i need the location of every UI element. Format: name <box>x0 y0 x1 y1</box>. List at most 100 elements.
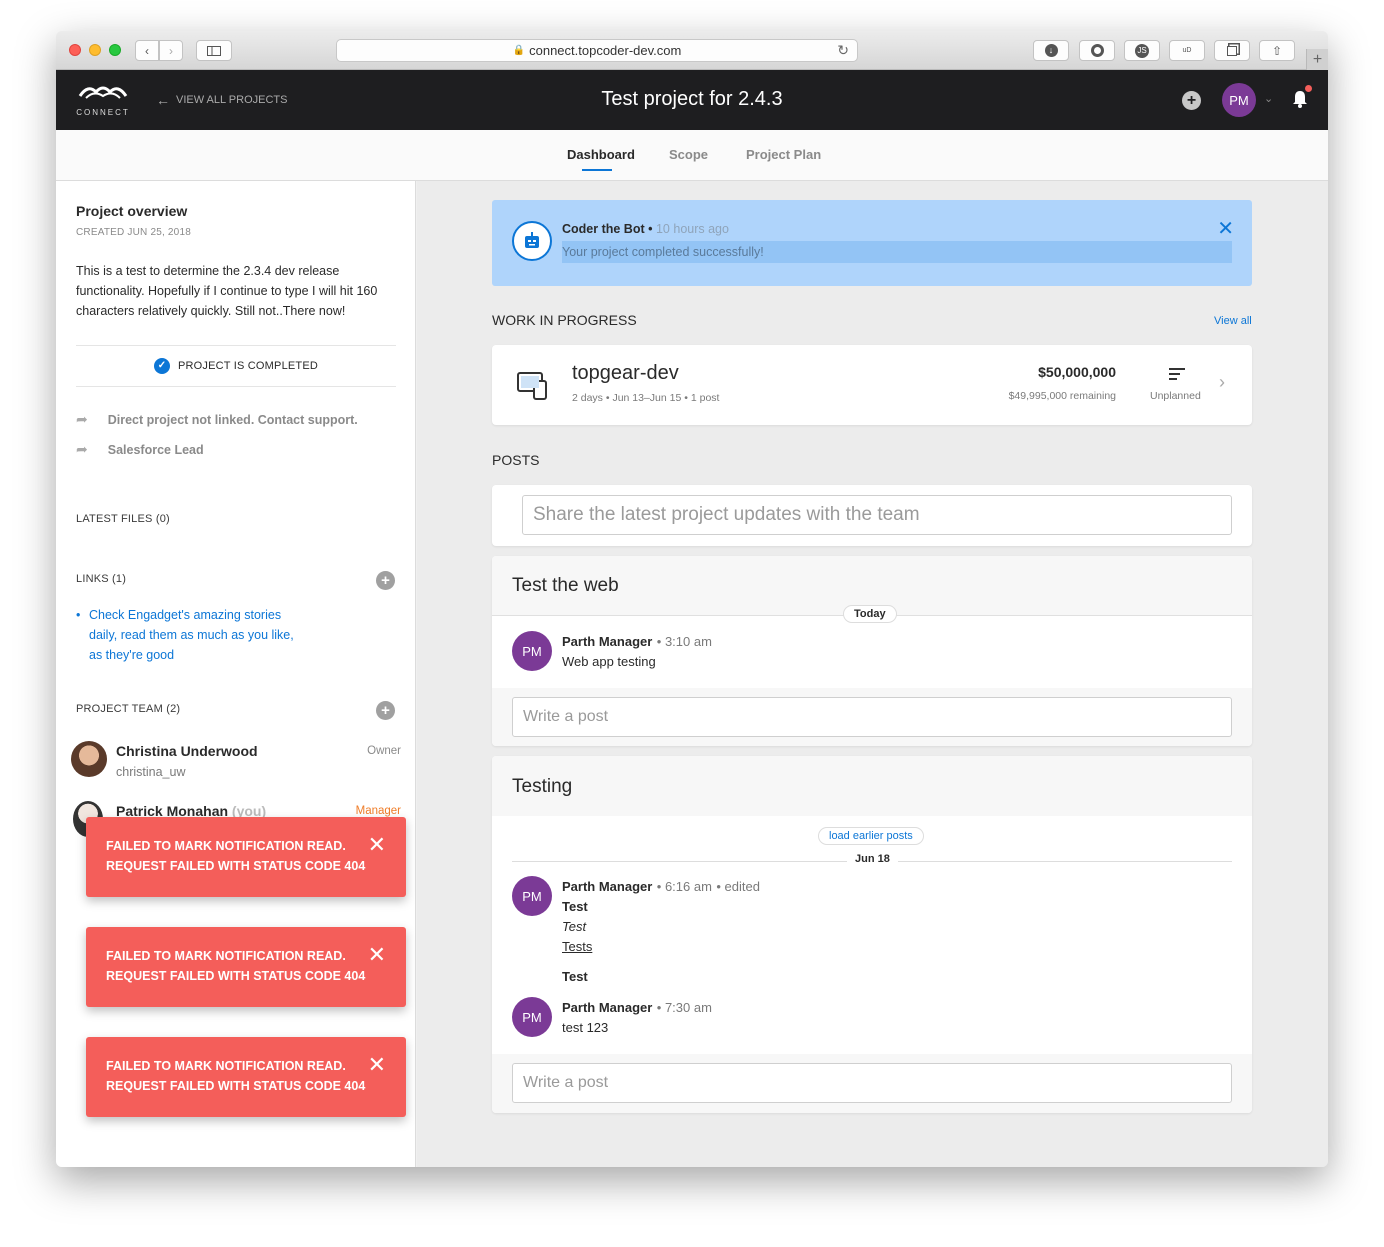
share-arrow-icon: ➦ <box>76 411 88 427</box>
link-item[interactable]: • Check Engadget's amazing stories daily… <box>76 605 306 665</box>
toast-line: FAILED TO MARK NOTIFICATION READ. <box>106 1059 346 1073</box>
post-body-italic: Test <box>562 919 587 934</box>
post-avatar: PM <box>512 631 552 671</box>
robot-icon <box>525 232 539 248</box>
post-body: Web app testing <box>562 654 656 669</box>
close-icon[interactable]: ✕ <box>1217 216 1234 241</box>
error-toast: FAILED TO MARK NOTIFICATION READ. REQUES… <box>86 1037 406 1117</box>
link-item-label: Check Engadget's amazing stories daily, … <box>89 608 294 662</box>
links-title: LINKS (1) <box>76 573 127 585</box>
bot-avatar <box>512 221 552 261</box>
post-time: 7:30 am <box>664 1000 712 1015</box>
status-lines-icon <box>1169 367 1185 386</box>
direct-project-label: Direct project not linked. Contact suppo… <box>107 412 358 427</box>
post-thread: Testing load earlier posts Jun 18 PM Par… <box>492 756 1252 1113</box>
work-item-card[interactable]: topgear-dev 2 days • Jun 13–Jun 15 • 1 p… <box>492 345 1252 425</box>
reply-input[interactable]: Write a post <box>512 697 1232 737</box>
error-toast: FAILED TO MARK NOTIFICATION READ. REQUES… <box>86 817 406 897</box>
team-member[interactable]: Christina Underwood christina_uw Owner <box>71 741 401 785</box>
post-body: test 123 <box>562 1020 609 1035</box>
address-bar[interactable]: 🔒 connect.topcoder-dev.com ↻ <box>336 39 858 62</box>
member-name: Christina Underwood <box>116 743 258 759</box>
user-avatar[interactable]: PM <box>1222 83 1256 117</box>
zoom-window-button[interactable] <box>109 44 121 56</box>
sidebar-toggle-icon[interactable] <box>196 40 232 61</box>
member-handle: christina_uw <box>116 765 186 779</box>
close-icon[interactable]: ✕ <box>368 834 386 856</box>
notification-dot <box>1305 85 1312 92</box>
work-item-name: topgear-dev <box>572 362 679 384</box>
extension-ublock-icon[interactable]: uD <box>1169 40 1205 61</box>
post-body-bold: Test <box>562 969 588 984</box>
chevron-right-icon[interactable]: › <box>1219 372 1225 393</box>
member-role: Manager <box>355 805 401 817</box>
date-divider: Today <box>843 605 897 623</box>
add-link-icon[interactable]: + <box>376 571 395 590</box>
created-date: CREATED JUN 25, 2018 <box>76 227 191 238</box>
banner-header: Coder the Bot • 10 hours ago <box>562 222 729 236</box>
post-author: Parth Manager <box>562 879 653 894</box>
toast-line: FAILED TO MARK NOTIFICATION READ. <box>106 839 346 853</box>
new-post-card: Share the latest project updates with th… <box>492 485 1252 546</box>
post-header: Parth Manager • 3:10 am <box>562 634 712 649</box>
toast-line: REQUEST FAILED WITH STATUS CODE 404 <box>106 859 366 873</box>
tab-dashboard-label: Dashboard <box>567 147 635 162</box>
toast-line: FAILED TO MARK NOTIFICATION READ. <box>106 949 346 963</box>
minimize-window-button[interactable] <box>89 44 101 56</box>
tab-scope[interactable]: Scope <box>669 147 708 162</box>
chevron-down-icon[interactable]: ⌄ <box>1264 92 1273 105</box>
work-item-remaining: $49,995,000 remaining <box>1008 390 1116 402</box>
work-item-amount: $50,000,000 <box>1038 364 1116 380</box>
share-arrow-icon: ➦ <box>76 441 88 457</box>
reload-icon[interactable]: ↻ <box>837 42 849 59</box>
close-window-button[interactable] <box>69 44 81 56</box>
team-title: PROJECT TEAM (2) <box>76 703 181 715</box>
post-time: 3:10 am <box>664 634 712 649</box>
downloads-icon[interactable]: ↓ <box>1033 40 1069 61</box>
extension-record-icon[interactable] <box>1079 40 1115 61</box>
close-icon[interactable]: ✕ <box>368 1054 386 1076</box>
date-divider: Jun 18 <box>847 853 898 865</box>
add-project-icon[interactable]: + <box>1182 91 1201 110</box>
tab-dashboard[interactable]: Dashboard <box>567 147 635 171</box>
active-tab-indicator <box>582 169 612 171</box>
forward-nav-icon[interactable]: › <box>159 40 183 61</box>
new-post-input[interactable]: Share the latest project updates with th… <box>522 495 1232 535</box>
work-item-meta: 2 days • Jun 13–Jun 15 • 1 post <box>572 392 720 404</box>
post-author: Parth Manager <box>562 634 653 649</box>
new-tab-button[interactable]: + <box>1306 49 1328 70</box>
salesforce-lead-label: Salesforce Lead <box>107 442 204 457</box>
back-nav-icon[interactable]: ‹ <box>135 40 159 61</box>
dashboard-main: Coder the Bot • 10 hours ago Your projec… <box>417 181 1328 1167</box>
banner-message: Your project completed successfully! <box>562 241 1232 263</box>
post-header: Parth Manager • 6:16 am • edited <box>562 879 760 894</box>
banner-time: 10 hours ago <box>655 222 729 236</box>
reply-input[interactable]: Write a post <box>512 1063 1232 1103</box>
project-title: Test project for 2.4.3 <box>601 88 783 110</box>
error-toast: FAILED TO MARK NOTIFICATION READ. REQUES… <box>86 927 406 1007</box>
browser-window: ‹ › 🔒 connect.topcoder-dev.com ↻ ↓ JS uD… <box>56 31 1328 1167</box>
post-author: Parth Manager <box>562 1000 653 1015</box>
extension-globe-icon[interactable]: JS <box>1124 40 1160 61</box>
lock-icon: 🔒 <box>512 45 526 56</box>
tab-project-plan[interactable]: Project Plan <box>746 147 821 162</box>
tabs-overview-icon[interactable] <box>1214 40 1250 61</box>
posts-title: POSTS <box>492 452 540 468</box>
post-header: Parth Manager • 7:30 am <box>562 1000 712 1015</box>
toast-line: REQUEST FAILED WITH STATUS CODE 404 <box>106 1079 366 1093</box>
app-header: CONNECT ← VIEW ALL PROJECTS Test project… <box>56 70 1328 130</box>
check-circle-icon: ✓ <box>153 358 170 374</box>
wip-title: WORK IN PROGRESS <box>492 312 637 328</box>
notification-bell-icon[interactable] <box>1292 85 1312 113</box>
share-icon[interactable]: ⇧ <box>1259 40 1295 61</box>
bullet-icon: • <box>76 608 81 622</box>
load-earlier-button[interactable]: load earlier posts <box>818 827 924 845</box>
direct-project-info: ➦ Direct project not linked. Contact sup… <box>76 411 358 428</box>
project-status-label: PROJECT IS COMPLETED <box>177 360 319 372</box>
add-member-icon[interactable]: + <box>376 701 395 720</box>
view-all-link[interactable]: View all <box>1214 315 1252 327</box>
salesforce-lead-link[interactable]: ➦ Salesforce Lead <box>76 441 204 458</box>
close-icon[interactable]: ✕ <box>368 944 386 966</box>
avatar <box>71 741 107 777</box>
banner-author: Coder the Bot <box>562 222 645 236</box>
